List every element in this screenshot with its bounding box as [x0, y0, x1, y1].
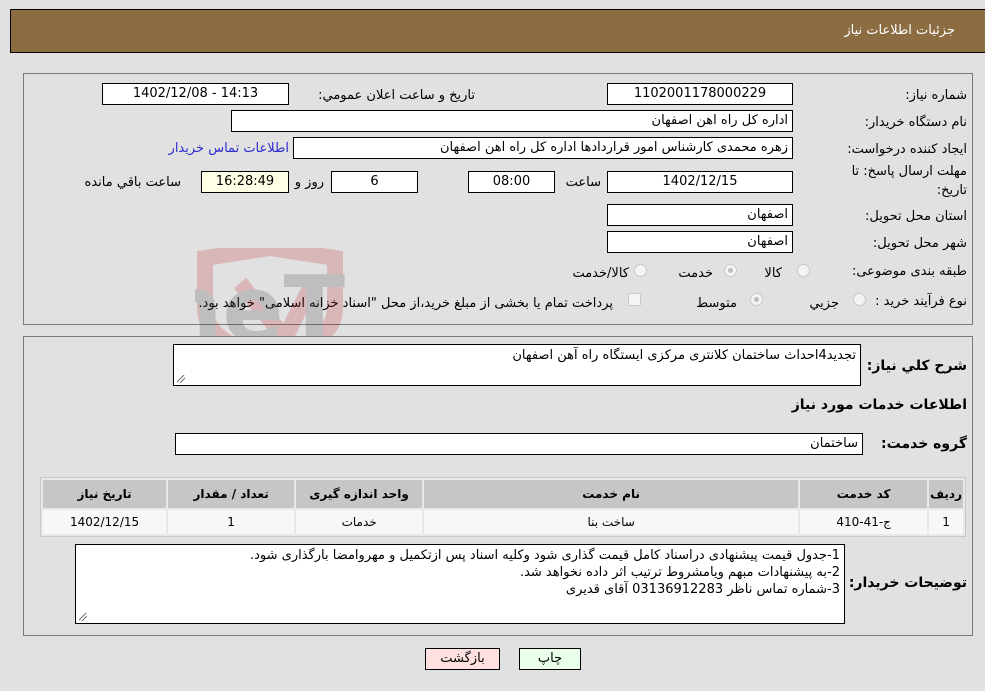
days-remaining-field: 6 — [331, 171, 418, 193]
back-button[interactable]: بازگشت — [425, 648, 500, 670]
print-button[interactable]: چاپ — [519, 648, 581, 670]
city-field: اصفهان — [607, 231, 793, 253]
announce-datetime-label: تاريخ و ساعت اعلان عمومي: — [318, 88, 475, 103]
summary-text: تجدید4احداث ساختمان کلانتری مرکزی ایستگا… — [512, 348, 856, 363]
cell-service-name: ساخت بنا — [424, 510, 799, 534]
services-heading: اطلاعات خدمات مورد نياز — [791, 397, 967, 413]
deadline-time-label: ساعت — [565, 175, 601, 190]
service-group-label: گروه خدمت: — [881, 436, 967, 452]
cell-need-date: 1402/12/15 — [43, 510, 167, 534]
days-label: روز و — [294, 175, 324, 190]
requester-field: زهره محمدی کارشناس امور قراردادها اداره … — [293, 137, 793, 159]
buyer-note-line: 2-به پیشنهادات مبهم ویامشروط ترتیب اثر د… — [519, 565, 840, 580]
city-label: شهر محل تحویل: — [872, 236, 967, 251]
summary-label: شرح كلي نياز: — [866, 358, 967, 374]
deadline-time-field: 08:00 — [468, 171, 555, 193]
deadline-label-line1: مهلت ارسال پاسخ: تا — [851, 164, 967, 179]
category-service-label: خدمت — [678, 266, 713, 281]
purchase-type-label: نوع فرآیند خرید : — [875, 294, 967, 309]
category-goods-service-radio[interactable] — [634, 264, 647, 277]
buyer-notes-label: توضیحات خریدار: — [848, 575, 967, 591]
treasury-note: پرداخت تمام یا بخشی از مبلغ خرید،از محل … — [198, 296, 613, 311]
buyer-note-line: 3-شماره تماس ناظر 03136912283 آقای قدیری — [565, 582, 840, 597]
resize-handle-icon[interactable] — [79, 613, 87, 621]
col-unit: واحد اندازه گيری — [296, 480, 423, 508]
table-header-row: رديف كد خدمت نام خدمت واحد اندازه گيری ت… — [43, 480, 963, 508]
purchase-type-medium-radio[interactable] — [750, 293, 763, 306]
province-label: استان محل تحویل: — [865, 209, 967, 224]
buyer-notes-textarea[interactable]: 1-جدول قیمت پیشنهادی دراسناد کامل قیمت گ… — [75, 544, 845, 624]
announce-datetime-field: 1402/12/08 - 14:13 — [102, 83, 289, 105]
col-service-code: كد خدمت — [800, 480, 928, 508]
category-goods-radio[interactable] — [797, 264, 810, 277]
buyer-note-line: 1-جدول قیمت پیشنهادی دراسناد کامل قیمت گ… — [250, 548, 840, 563]
category-service-radio[interactable] — [724, 264, 737, 277]
col-row-number: رديف — [929, 480, 963, 508]
buyer-contact-link[interactable]: اطلاعات تماس خریدار — [169, 141, 289, 156]
page-title: جزئیات اطلاعات نیاز — [844, 23, 955, 38]
page-header: جزئیات اطلاعات نیاز — [10, 9, 985, 53]
time-remaining-label: ساعت باقي مانده — [84, 175, 181, 190]
cell-unit: خدمات — [296, 510, 423, 534]
category-goods-label: کالا — [764, 266, 782, 281]
purchase-type-minor-radio[interactable] — [853, 293, 866, 306]
col-service-name: نام خدمت — [424, 480, 799, 508]
time-remaining-field: 16:28:49 — [201, 171, 289, 193]
col-need-date: تاريخ نياز — [43, 480, 167, 508]
buyer-org-field: اداره کل راه اهن اصفهان — [231, 110, 793, 132]
table-row: 1 ج-41-410 ساخت بنا خدمات 1 1402/12/15 — [43, 510, 963, 534]
purchase-type-medium-label: متوسط — [696, 296, 737, 311]
treasury-bonds-checkbox[interactable] — [628, 293, 641, 306]
purchase-type-minor-label: جزيي — [809, 296, 839, 311]
category-label: طبقه بندی موضوعی: — [851, 264, 967, 279]
requester-label: ایجاد کننده درخواست: — [847, 142, 967, 157]
services-table: رديف كد خدمت نام خدمت واحد اندازه گيری ت… — [40, 477, 966, 537]
cell-quantity: 1 — [168, 510, 295, 534]
cell-service-code: ج-41-410 — [800, 510, 928, 534]
province-field: اصفهان — [607, 204, 793, 226]
buyer-org-label: نام دستگاه خریدار: — [864, 115, 967, 130]
resize-handle-icon[interactable] — [177, 375, 185, 383]
deadline-date-field: 1402/12/15 — [607, 171, 793, 193]
need-number-field: 1102001178000229 — [607, 83, 793, 105]
need-number-label: شماره نیاز: — [905, 88, 967, 103]
cell-row-number: 1 — [929, 510, 963, 534]
service-group-field: ساختمان — [175, 433, 863, 455]
summary-textarea[interactable]: تجدید4احداث ساختمان کلانتری مرکزی ایستگا… — [173, 344, 861, 386]
category-goods-service-label: کالا/خدمت — [572, 266, 629, 281]
deadline-label-line2: تاریخ: — [936, 183, 967, 198]
col-quantity: تعداد / مقدار — [168, 480, 295, 508]
